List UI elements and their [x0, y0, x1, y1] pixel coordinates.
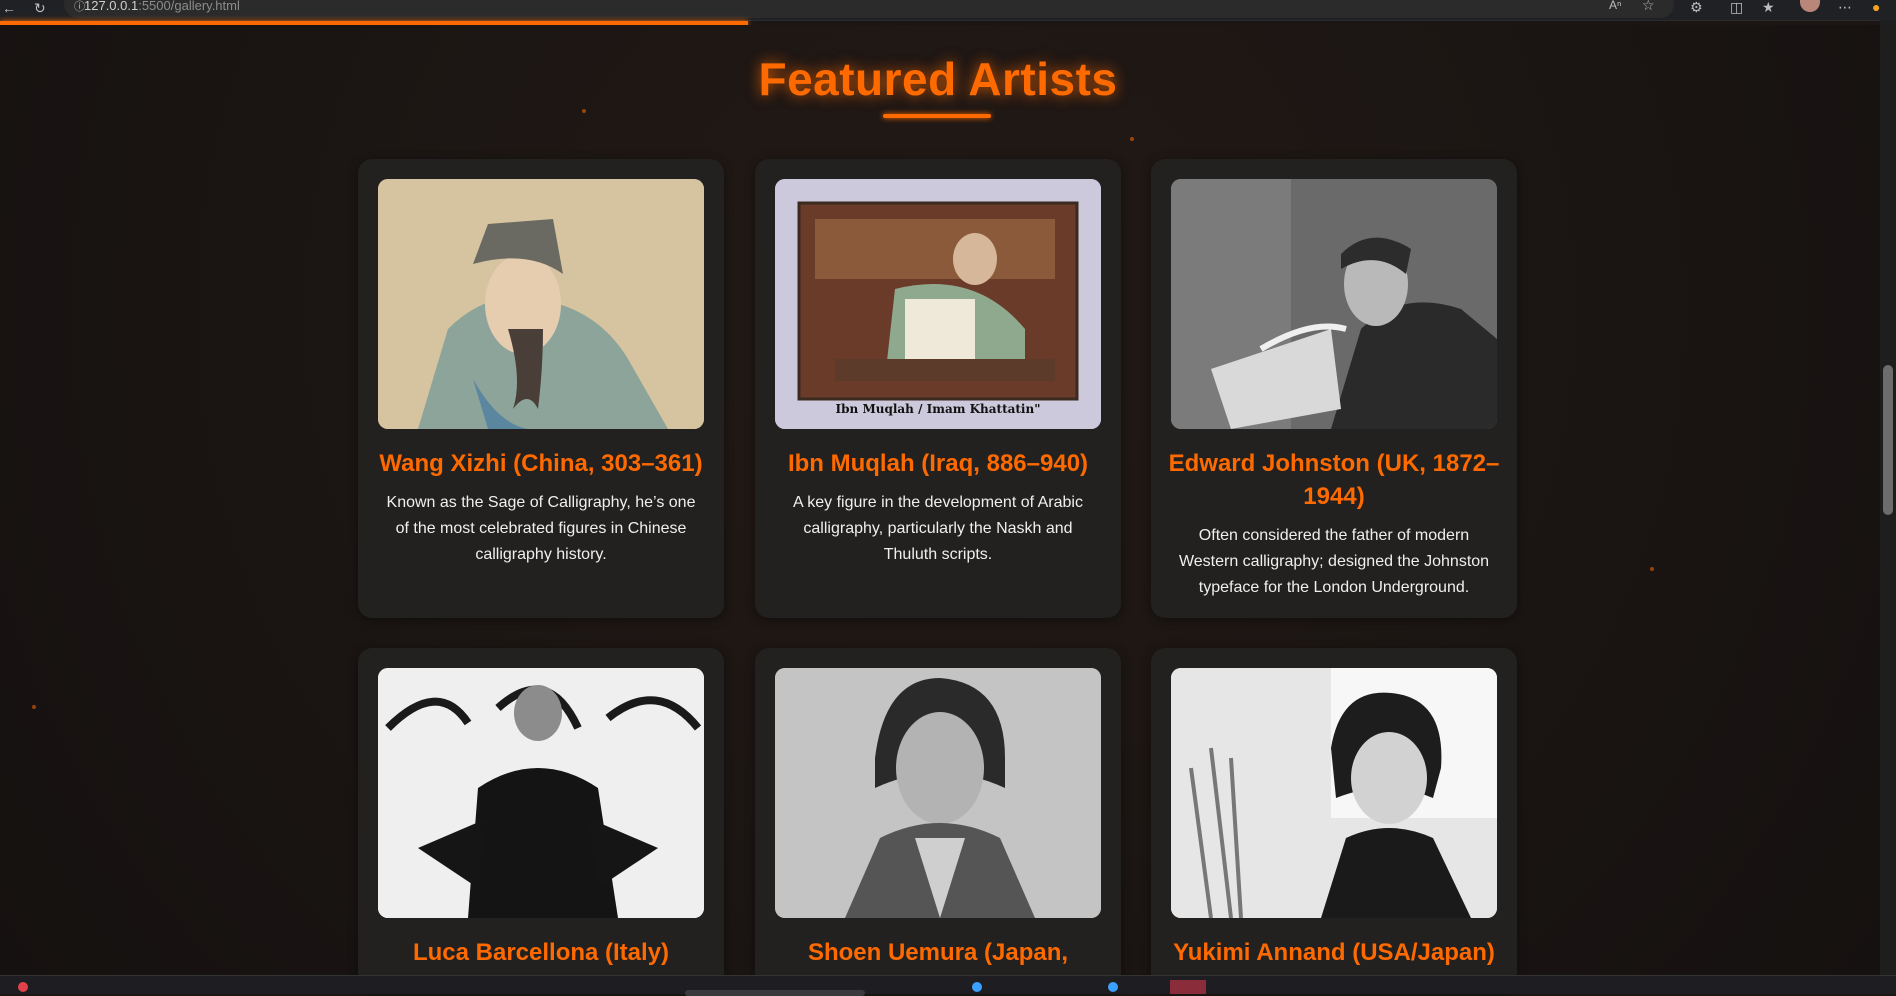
back-arrow-icon[interactable]: ← [2, 0, 16, 16]
section-title: Featured Artists [758, 53, 1118, 105]
favorite-star-icon[interactable]: ☆ [1642, 0, 1655, 12]
artist-card[interactable]: Shoen Uemura (Japan, [755, 648, 1121, 988]
favorites-icon[interactable]: ★ [1762, 0, 1775, 14]
decor-dot [1650, 567, 1654, 571]
taskbar-app-icon[interactable] [972, 982, 982, 992]
artist-name: Ibn Muqlah (Iraq, 886–940) [787, 450, 1089, 477]
image-caption: Ibn Muqlah / Imam Khattatin" [835, 402, 1041, 416]
artist-portrait-image [1171, 668, 1497, 918]
artist-name: Edward Johnston (UK, 1872–1944) [1168, 450, 1500, 510]
artist-description: Known as the Sage of Calligraphy, he’s o… [386, 494, 696, 563]
profile-avatar[interactable] [1800, 0, 1820, 12]
artist-description: Often considered the father of modern We… [1178, 527, 1490, 596]
url-host: 127.0.0.1 [84, 0, 139, 13]
refresh-icon[interactable]: ↻ [34, 0, 46, 16]
artist-portrait-image [1171, 179, 1497, 429]
browser-toolbar: ← ↻ ⓘ 127.0.0.1:5500/gallery.html Aⁿ ☆ ⚙… [0, 0, 1896, 21]
os-taskbar [0, 975, 1896, 996]
extensions-icon[interactable]: ⚙ [1690, 0, 1703, 14]
artist-description: A key figure in the development of Arabi… [793, 494, 1083, 563]
copilot-icon[interactable]: ● [1872, 0, 1880, 14]
more-menu-icon[interactable]: ⋯ [1838, 0, 1852, 14]
decor-dot [1130, 137, 1134, 141]
page-scrollbar[interactable] [1880, 20, 1896, 975]
taskbar-app-icon[interactable] [1108, 982, 1118, 992]
artist-portrait-image [775, 668, 1101, 918]
taskbar-search-box[interactable] [685, 990, 865, 996]
artist-name: Shoen Uemura (Japan, [807, 939, 1069, 966]
url-text: 127.0.0.1:5500/gallery.html [84, 0, 240, 12]
title-underline [883, 114, 991, 118]
photo-illustration [1171, 668, 1497, 918]
artist-card[interactable]: Wang Xizhi (China, 303–361) Known as the… [358, 159, 724, 618]
artist-card[interactable]: Yukimi Annand (USA/Japan) [1151, 648, 1517, 988]
painting-illustration [775, 179, 1101, 429]
artist-card[interactable]: Luca Barcellona (Italy) [358, 648, 724, 988]
url-path: :5500/gallery.html [138, 0, 240, 13]
photo-illustration [775, 668, 1101, 918]
decor-dot [582, 109, 586, 113]
weather-icon[interactable] [18, 982, 28, 992]
artist-portrait-image [378, 179, 704, 429]
artist-name: Wang Xizhi (China, 303–361) [379, 450, 703, 477]
artist-portrait-image: Ibn Muqlah / Imam Khattatin" [775, 179, 1101, 429]
decor-dot [32, 705, 36, 709]
artist-card[interactable]: Ibn Muqlah / Imam Khattatin" Ibn Muqlah … [755, 159, 1121, 618]
photo-illustration [1171, 179, 1497, 429]
taskbar-app-icon[interactable] [1170, 980, 1206, 994]
read-aloud-icon[interactable]: Aⁿ [1609, 0, 1621, 12]
portrait-illustration [378, 179, 704, 429]
artist-portrait-image [378, 668, 704, 918]
photo-illustration [378, 668, 704, 918]
address-bar[interactable]: ⓘ 127.0.0.1:5500/gallery.html Aⁿ ☆ [64, 0, 1674, 18]
artist-name: Luca Barcellona (Italy) [412, 939, 670, 966]
artist-name: Yukimi Annand (USA/Japan) [1173, 939, 1495, 966]
scrollbar-thumb[interactable] [1883, 365, 1893, 515]
artist-card[interactable]: Edward Johnston (UK, 1872–1944) Often co… [1151, 159, 1517, 618]
split-screen-icon[interactable]: ◫ [1730, 0, 1743, 14]
